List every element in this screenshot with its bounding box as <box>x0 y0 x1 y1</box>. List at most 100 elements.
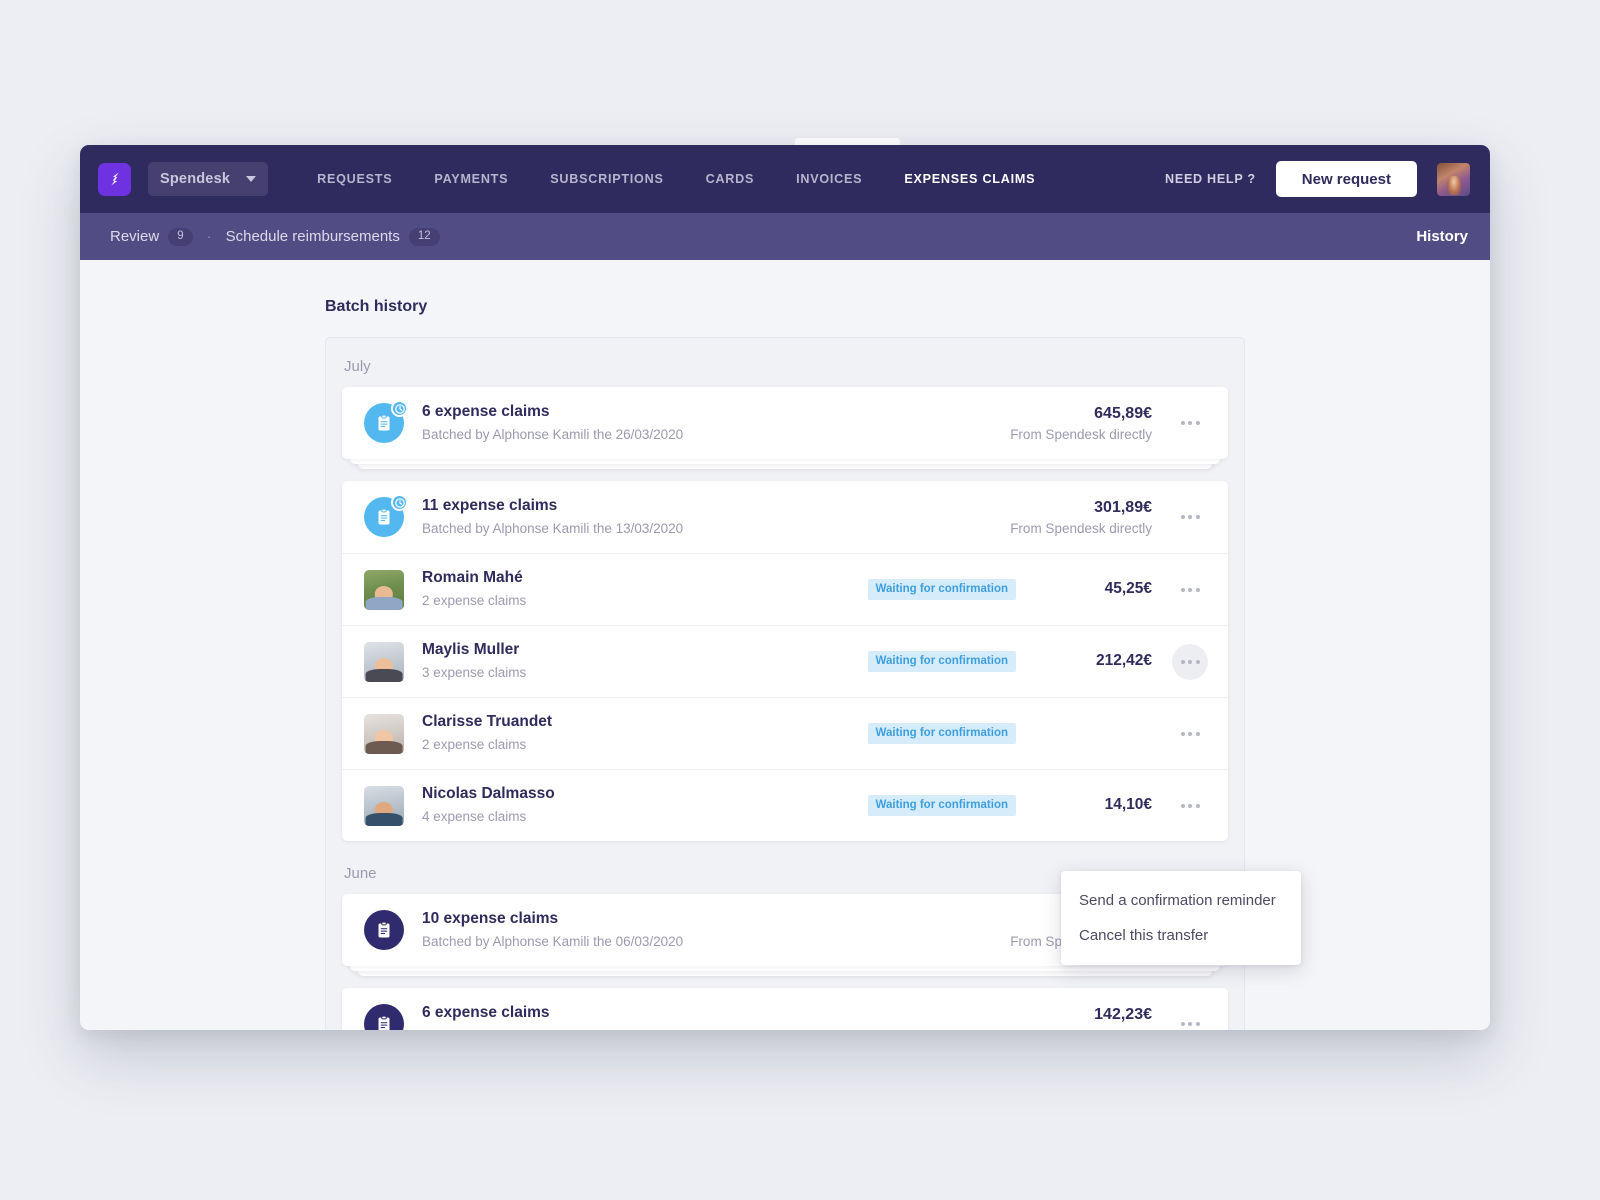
batch-amount-group: 301,89€ From Spendesk directly <box>1010 498 1152 537</box>
new-request-button[interactable]: New request <box>1275 161 1417 197</box>
subnav-review-label: Review <box>110 228 160 245</box>
person-amount: 45,25€ <box>1104 580 1152 598</box>
person-row[interactable]: Clarisse Truandet 2 expense claims Waiti… <box>342 697 1228 769</box>
person-amount-group: 45,25€ <box>1040 579 1152 599</box>
chevron-down-icon <box>246 176 257 182</box>
subnav-item-schedule-reimbursements[interactable]: Schedule reimbursements 12 <box>226 227 440 246</box>
more-options-icon[interactable] <box>1172 572 1208 608</box>
clipboard-icon <box>364 910 404 950</box>
person-name: Maylis Muller <box>422 641 520 659</box>
batch-row[interactable]: 11 expense claims Batched by Alphonse Ka… <box>342 481 1228 553</box>
person-amount: 212,42€ <box>1095 652 1152 670</box>
nav-link-cards[interactable]: CARDS <box>685 172 776 186</box>
clipboard-clock-icon <box>364 494 408 537</box>
clock-badge-icon <box>391 494 408 511</box>
batch-title: 6 expense claims <box>422 402 550 420</box>
person-amount-group: 14,10€ <box>1040 795 1152 815</box>
avatar <box>364 785 404 826</box>
clock-badge-icon <box>391 400 408 417</box>
person-claims: 2 expense claims <box>422 737 527 753</box>
nav-link-subscriptions[interactable]: SUBSCRIPTIONS <box>529 172 684 186</box>
batch-subtitle: Batched by Alphonse Kamili the 13/03/202… <box>422 520 684 536</box>
person-row-text: Nicolas Dalmasso 4 expense claims <box>422 784 555 826</box>
row-context-menu: Send a confirmation reminder Cancel this… <box>1061 871 1301 965</box>
nav-right-group: NEED HELP ? New request <box>1165 161 1470 197</box>
batch-row[interactable]: 6 expense claims Batched by Alphonse Kam… <box>342 988 1228 1030</box>
batch-amount: 142,23€ <box>1094 1005 1152 1023</box>
more-options-icon[interactable] <box>1172 788 1208 824</box>
month-label-july: July <box>344 358 371 375</box>
status-badge: Waiting for confirmation <box>867 723 1016 744</box>
person-amount: 14,10€ <box>1104 796 1152 814</box>
batch-card-stack: 6 expense claims Batched by Alphonse Kam… <box>342 988 1228 1030</box>
batch-source: From Spendesk directly <box>1010 427 1152 443</box>
batch-card[interactable]: 6 expense claims Batched by Alphonse Kam… <box>342 387 1228 459</box>
app-window: Spendesk REQUESTS PAYMENTS SUBSCRIPTIONS… <box>80 145 1490 1030</box>
person-row[interactable]: Romain Mahé 2 expense claims Waiting for… <box>342 553 1228 625</box>
menu-item-cancel-this-transfer[interactable]: Cancel this transfer <box>1061 918 1301 953</box>
batch-group-card: 11 expense claims Batched by Alphonse Ka… <box>342 481 1228 841</box>
person-claims: 2 expense claims <box>422 593 527 609</box>
person-claims: 4 expense claims <box>422 809 527 825</box>
main-nav-links: REQUESTS PAYMENTS SUBSCRIPTIONS CARDS IN… <box>296 172 1056 186</box>
need-help-link[interactable]: NEED HELP ? <box>1165 172 1256 186</box>
batch-title: 6 expense claims <box>422 1003 550 1021</box>
history-link[interactable]: History <box>1416 228 1468 245</box>
person-name: Clarisse Truandet <box>422 713 553 731</box>
person-row-text: Maylis Muller 3 expense claims <box>422 640 526 682</box>
clipboard-icon <box>364 1004 404 1030</box>
more-options-icon[interactable] <box>1172 405 1208 441</box>
clipboard-clock-icon <box>364 400 408 443</box>
nav-link-expenses-claims[interactable]: EXPENSES CLAIMS <box>883 172 1056 186</box>
status-badge: Waiting for confirmation <box>867 795 1016 816</box>
user-avatar[interactable] <box>1437 162 1470 196</box>
subnav-separator: · <box>206 228 212 245</box>
org-switcher[interactable]: Spendesk <box>148 162 269 196</box>
subnav-schedule-count: 12 <box>408 227 440 246</box>
person-row[interactable]: Nicolas Dalmasso 4 expense claims Waitin… <box>342 769 1228 841</box>
batch-row[interactable]: 6 expense claims Batched by Alphonse Kam… <box>342 387 1228 459</box>
person-row-text: Romain Mahé 2 expense claims <box>422 568 526 610</box>
more-options-icon[interactable] <box>1172 716 1208 752</box>
batch-subtitle: Batched by Alphonse Kamili the 06/03/202… <box>422 933 684 949</box>
nav-link-requests[interactable]: REQUESTS <box>296 172 413 186</box>
batch-row-text: 6 expense claims Batched by Alphonse Kam… <box>422 402 683 444</box>
batch-amount: 645,89€ <box>1094 404 1152 422</box>
subnav-item-review[interactable]: Review 9 <box>110 227 193 246</box>
batch-amount: 301,89€ <box>1094 498 1152 516</box>
batch-subtitle: Batched by Alphonse Kamili the 26/03/202… <box>422 426 684 442</box>
status-badge: Waiting for confirmation <box>867 651 1016 672</box>
batch-subtitle: Batched by Alphonse Kamili the 24/02/202… <box>422 1026 683 1030</box>
avatar <box>364 641 404 682</box>
nav-link-payments[interactable]: PAYMENTS <box>413 172 529 186</box>
org-name-label: Spendesk <box>160 171 231 187</box>
sub-navigation-bar: Review 9 · Schedule reimbursements 12 Hi… <box>80 213 1490 260</box>
person-name: Nicolas Dalmasso <box>422 785 555 803</box>
status-badge: Waiting for confirmation <box>867 579 1016 600</box>
batch-card[interactable]: 6 expense claims Batched by Alphonse Kam… <box>342 988 1228 1030</box>
batch-row-text: 10 expense claims Batched by Alphonse Ka… <box>422 909 683 951</box>
person-row-text: Clarisse Truandet 2 expense claims <box>422 712 552 754</box>
batch-title: 11 expense claims <box>422 496 558 514</box>
top-navigation-bar: Spendesk REQUESTS PAYMENTS SUBSCRIPTIONS… <box>80 145 1490 213</box>
more-options-icon[interactable] <box>1172 1006 1208 1030</box>
page-body: Batch history July 6 expense claims Batc… <box>80 260 1490 1030</box>
person-claims: 3 expense claims <box>422 665 527 681</box>
page-title: Batch history <box>325 298 428 315</box>
more-options-icon[interactable] <box>1172 499 1208 535</box>
avatar <box>364 713 404 754</box>
batch-row-text: 11 expense claims Batched by Alphonse Ka… <box>422 496 683 538</box>
avatar <box>364 569 404 610</box>
subnav-review-count: 9 <box>168 227 193 246</box>
spendesk-logo-icon[interactable] <box>98 162 131 196</box>
batch-card-stack: 6 expense claims Batched by Alphonse Kam… <box>342 387 1228 469</box>
batch-row-text: 6 expense claims Batched by Alphonse Kam… <box>422 1003 683 1030</box>
batch-source: From Spendesk directly <box>1010 1028 1152 1030</box>
batch-title: 10 expense claims <box>422 909 559 927</box>
person-row[interactable]: Maylis Muller 3 expense claims Waiting f… <box>342 625 1228 697</box>
batch-source: From Spendesk directly <box>1010 521 1152 537</box>
batch-amount-group: 142,23€ From Spendesk directly <box>1010 1005 1152 1030</box>
nav-link-invoices[interactable]: INVOICES <box>775 172 883 186</box>
menu-item-send-confirmation-reminder[interactable]: Send a confirmation reminder <box>1061 883 1301 918</box>
more-options-icon[interactable] <box>1172 643 1208 680</box>
